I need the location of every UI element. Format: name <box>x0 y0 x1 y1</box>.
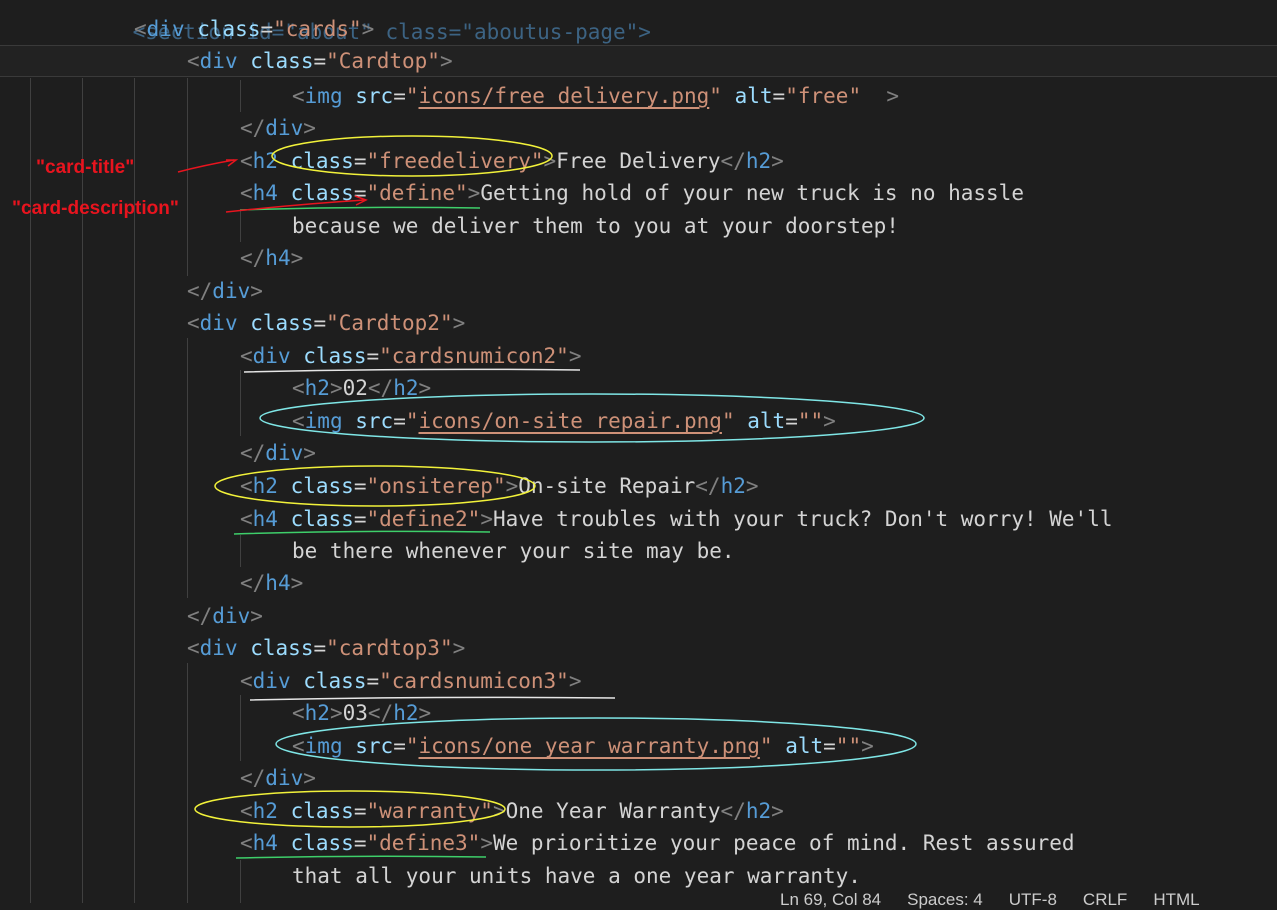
card-description-annotation-label: "card-description" <box>12 198 179 219</box>
green-underline-annotation <box>235 855 487 859</box>
green-underline-annotation <box>239 206 481 211</box>
language-mode[interactable]: HTML <box>1153 890 1199 909</box>
cyan-circle-annotation <box>275 717 917 771</box>
encoding-setting[interactable]: UTF-8 <box>1009 890 1057 909</box>
cyan-circle-annotation <box>259 393 925 443</box>
card-title-annotation-label: "card-title" <box>36 157 135 178</box>
white-underline-annotation <box>243 368 581 373</box>
eol-setting[interactable]: CRLF <box>1083 890 1127 909</box>
white-underline-annotation <box>249 696 616 701</box>
indentation-setting[interactable]: Spaces: 4 <box>907 890 983 909</box>
red-arrow-annotation <box>225 199 366 213</box>
cursor-position[interactable]: Ln 69, Col 84 <box>780 890 881 909</box>
yellow-circle-annotation <box>194 790 506 828</box>
yellow-circle-annotation <box>214 465 536 507</box>
yellow-circle-annotation <box>271 135 553 177</box>
red-arrow-annotation <box>177 159 235 173</box>
annotation-overlay <box>177 135 925 859</box>
green-underline-annotation <box>233 530 491 535</box>
status-bar: Ln 69, Col 84 Spaces: 4 UTF-8 CRLF HTML <box>780 890 1277 910</box>
